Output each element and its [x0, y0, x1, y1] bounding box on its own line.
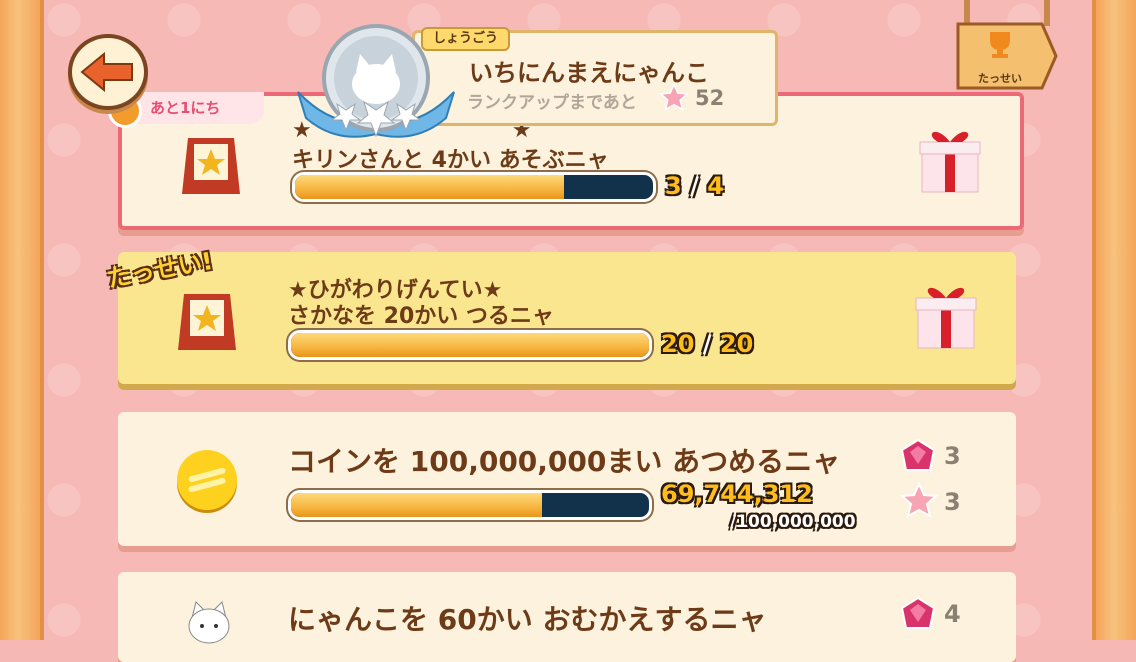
reward-star-value: 3: [944, 488, 961, 516]
signboard-icon: [178, 132, 244, 204]
mission-3-current: 69,744,312: [661, 480, 813, 508]
star-icon: [658, 82, 690, 115]
reward-gem-value: 3: [944, 442, 961, 470]
mission-card-2[interactable]: たっせい! ★ひがわりげんてい★ さかなを 20かい つるニャ 20 / 20: [105, 247, 1016, 384]
achievements-label: たっせい: [978, 72, 1022, 85]
right-frame: [1092, 0, 1136, 640]
cat-icon: [184, 598, 234, 652]
coin-icon: [174, 448, 240, 518]
mission-3-title: コインを 100,000,000まい あつめるニャ: [288, 445, 841, 478]
mission-1-progress-bar: [292, 172, 656, 202]
mission-2-count: 20 / 20: [661, 330, 754, 358]
mission-4-title: にゃんこを 60かい おむかえするニャ: [288, 603, 767, 636]
mission-card-4[interactable]: にゃんこを 60かい おむかえするニャ 4: [118, 572, 1016, 662]
mission-3-progress-bar: [288, 490, 652, 520]
mission-2-title-line2: さかなを 20かい つるニャ: [288, 304, 554, 329]
gem-icon: [900, 596, 936, 636]
gift-icon[interactable]: [918, 124, 982, 196]
mission-3-goal: /100,000,000: [730, 512, 856, 532]
back-button[interactable]: [68, 34, 148, 110]
reward-gem-value: 4: [944, 600, 961, 628]
arrow-left-icon: [80, 52, 133, 92]
mission-1-title-line2: キリンさんと 4かい あそぶニャ: [292, 148, 609, 173]
star-icon: [899, 481, 939, 522]
remaining-days-text: あと1にち: [150, 99, 221, 117]
title-panel: しょうごう いちにんまえにゃんこ ランクアップまであと 52: [412, 27, 778, 126]
next-rank-text: ランクアップまであと: [467, 93, 637, 113]
left-frame: [0, 0, 44, 640]
signboard-icon: [174, 288, 240, 360]
achievements-button[interactable]: たっせい: [956, 0, 1058, 94]
next-rank-value: 52: [695, 86, 725, 110]
gem-icon: [900, 438, 936, 478]
trophy-icon: [990, 32, 1010, 58]
gift-icon[interactable]: [914, 280, 978, 352]
mission-1-count: 3 / 4: [665, 172, 724, 200]
rank-medal-icon: [296, 22, 456, 142]
mission-2-progress-bar: [288, 330, 652, 360]
mission-card-3[interactable]: コインを 100,000,000まい あつめるニャ 69,744,312 /10…: [118, 412, 1016, 546]
